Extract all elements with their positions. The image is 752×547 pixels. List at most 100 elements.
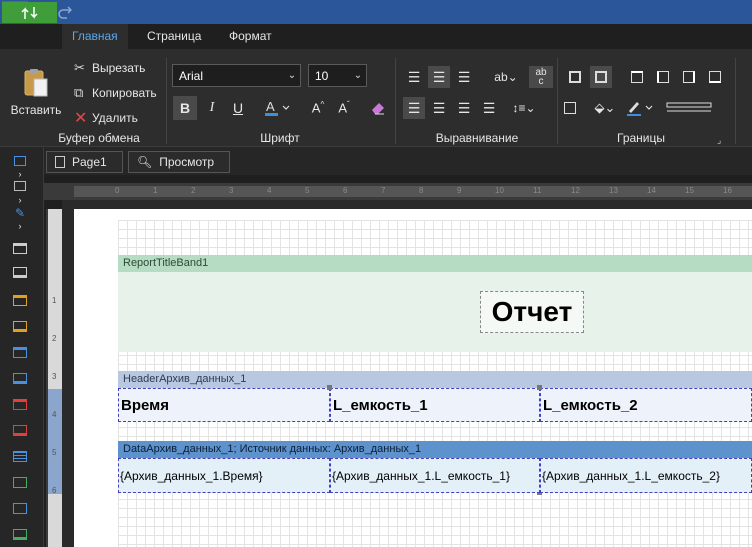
ribbon-separator bbox=[166, 58, 167, 144]
wrap-text-button[interactable]: ab c bbox=[529, 66, 553, 88]
shrink-font-button[interactable]: Aˇ bbox=[333, 96, 355, 120]
copy-button[interactable]: ⧉ Копировать bbox=[74, 84, 166, 102]
tab-page1[interactable]: Page1 bbox=[46, 151, 123, 173]
data-cell-capacity-1[interactable]: {Архив_данных_1.L_емкость_1} bbox=[330, 458, 540, 493]
tab-main[interactable]: Главная bbox=[62, 24, 128, 49]
header-band-header[interactable]: HeaderАрхив_данных_1 bbox=[118, 371, 752, 388]
selection-handle[interactable] bbox=[537, 385, 542, 390]
bold-button[interactable]: B bbox=[173, 96, 197, 120]
data-band-header[interactable]: DataАрхив_данных_1; Источник данных: Арх… bbox=[118, 441, 752, 458]
band-child-icon[interactable] bbox=[10, 500, 30, 516]
report-title-band[interactable] bbox=[118, 272, 752, 352]
tab-format[interactable]: Формат bbox=[219, 24, 282, 49]
align-justify-icon: ☰ bbox=[482, 99, 496, 116]
band-report-title-icon[interactable] bbox=[10, 240, 30, 256]
svg-text:A: A bbox=[266, 99, 275, 114]
ruler-tick-label: 1 bbox=[52, 296, 57, 305]
file-menu-button[interactable] bbox=[2, 2, 57, 23]
border-all-icon bbox=[569, 71, 581, 83]
font-color-icon: A bbox=[265, 99, 290, 116]
band-column-header-icon[interactable] bbox=[10, 396, 30, 412]
delete-icon: ✕ bbox=[74, 110, 88, 127]
ruler-tick-label: 3 bbox=[52, 372, 57, 381]
report-title-text[interactable]: Отчет bbox=[480, 291, 584, 333]
header-cell-time[interactable]: Время bbox=[118, 388, 330, 422]
line-spacing-button[interactable]: ↕≡⌄ bbox=[508, 97, 540, 119]
ruler-tick-label: 13 bbox=[609, 186, 618, 195]
band-header-icon[interactable] bbox=[10, 344, 30, 360]
ruler-tick-label: 5 bbox=[52, 448, 57, 457]
data-cell-capacity-2[interactable]: {Архив_данных_1.L_емкость_2} bbox=[540, 458, 752, 493]
paste-icon bbox=[24, 69, 48, 97]
border-left-button[interactable] bbox=[652, 66, 674, 88]
italic-button[interactable]: I bbox=[200, 96, 224, 120]
header-cell-capacity-2[interactable]: L_емкость_2 bbox=[540, 388, 752, 422]
font-family-select[interactable]: Arial ⌄ bbox=[172, 64, 301, 87]
delete-button[interactable]: ✕ Удалить bbox=[74, 109, 166, 127]
font-color-button[interactable]: A bbox=[262, 96, 296, 120]
font-group-label: Шрифт bbox=[260, 131, 300, 145]
fill-bucket-icon: ⬙⌄ bbox=[594, 100, 616, 115]
band-footer-icon[interactable] bbox=[10, 370, 30, 386]
align-left-button[interactable]: ☰ bbox=[403, 97, 425, 119]
italic-icon: I bbox=[209, 100, 215, 115]
ruler-tick-label: 4 bbox=[267, 186, 272, 195]
ruler-tick-label: 16 bbox=[723, 186, 732, 195]
border-right-button[interactable] bbox=[678, 66, 700, 88]
fill-color-button[interactable]: ⬙⌄ bbox=[590, 97, 620, 119]
chevron-down-icon: ⌄ bbox=[353, 70, 363, 81]
align-center-button[interactable]: ☰ bbox=[428, 97, 450, 119]
paste-label: Вставить bbox=[10, 103, 62, 117]
band-data-icon[interactable] bbox=[10, 448, 30, 464]
paste-button[interactable]: Вставить bbox=[10, 64, 62, 120]
font-family-value: Arial bbox=[179, 68, 204, 83]
borders-dialog-launcher[interactable]: ⌟ bbox=[717, 135, 725, 145]
band-page-footer-icon[interactable] bbox=[10, 318, 30, 334]
ribbon-separator bbox=[557, 58, 558, 144]
band-report-summary-icon[interactable] bbox=[10, 264, 30, 280]
border-top-button[interactable] bbox=[626, 66, 648, 88]
borders-group-label: Границы bbox=[617, 131, 665, 145]
header-cell-capacity-1[interactable]: L_емкость_1 bbox=[330, 388, 540, 422]
grow-font-button[interactable]: A^ bbox=[307, 96, 329, 120]
ruler-tick-label: 9 bbox=[457, 186, 462, 195]
border-outside-button[interactable] bbox=[590, 66, 612, 88]
line-color-button[interactable] bbox=[624, 97, 658, 119]
data-cell-time[interactable]: {Архив_данных_1.Время} bbox=[118, 458, 330, 493]
align-bottom-button[interactable]: ☰ bbox=[453, 66, 475, 88]
alignment-group-label: Выравнивание bbox=[435, 131, 519, 145]
align-middle-button[interactable]: ☰ bbox=[428, 66, 450, 88]
border-bottom-button[interactable] bbox=[704, 66, 726, 88]
align-justify-button[interactable]: ☰ bbox=[478, 97, 500, 119]
pen-icon bbox=[627, 102, 653, 116]
band-page-header-icon[interactable] bbox=[10, 292, 30, 308]
border-none-button[interactable] bbox=[559, 97, 581, 119]
text-rotation-button[interactable]: ab⌄ bbox=[490, 66, 522, 88]
selection-handle[interactable] bbox=[327, 385, 332, 390]
report-title-band-header[interactable]: ReportTitleBand1 bbox=[118, 255, 752, 272]
ruler-tick-label: 6 bbox=[52, 486, 57, 495]
font-size-select[interactable]: 10 ⌄ bbox=[308, 64, 367, 87]
align-top-button[interactable]: ☰ bbox=[403, 66, 425, 88]
band-empty-data-icon[interactable] bbox=[10, 526, 30, 542]
cut-button[interactable]: ✂ Вырезать bbox=[74, 59, 166, 77]
align-right-button[interactable]: ☰ bbox=[453, 97, 475, 119]
file-menu-icon bbox=[20, 6, 38, 19]
line-style-icon bbox=[666, 102, 712, 112]
ruler-tick-label: 8 bbox=[419, 186, 424, 195]
tab-preview[interactable]: 🔍︎ Просмотр bbox=[128, 151, 230, 173]
eraser-icon bbox=[372, 103, 384, 115]
cut-label: Вырезать bbox=[92, 61, 146, 75]
underline-button[interactable]: U bbox=[226, 96, 250, 120]
line-style-button[interactable] bbox=[664, 97, 714, 119]
border-all-button[interactable] bbox=[564, 66, 586, 88]
band-hierarchical-icon[interactable] bbox=[10, 474, 30, 490]
align-bottom-icon: ☰ bbox=[457, 68, 471, 85]
redo-button[interactable] bbox=[55, 3, 75, 21]
clear-format-button[interactable] bbox=[367, 96, 389, 120]
chevron-right-icon[interactable]: › bbox=[10, 218, 30, 234]
line-spacing-icon: ↕≡⌄ bbox=[512, 101, 536, 115]
tab-page[interactable]: Страница bbox=[137, 24, 211, 49]
band-column-footer-icon[interactable] bbox=[10, 422, 30, 438]
ruler-tick-label: 14 bbox=[647, 186, 656, 195]
